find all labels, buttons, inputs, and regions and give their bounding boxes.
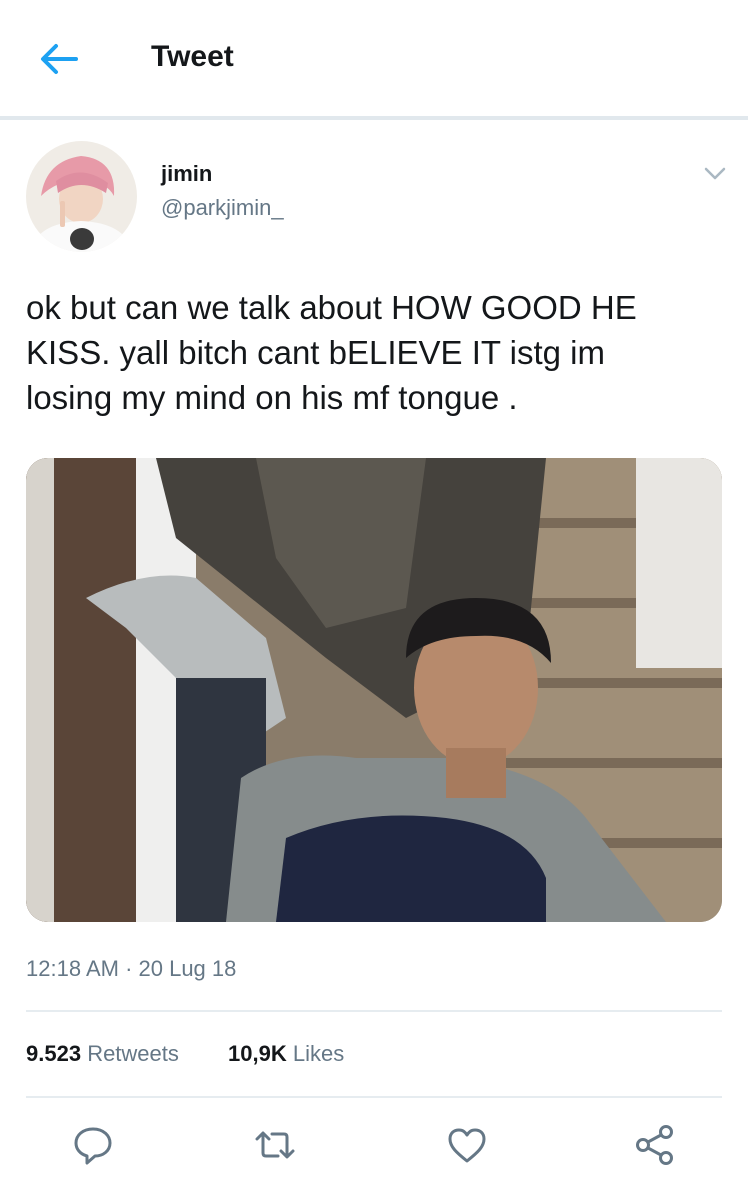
header-divider xyxy=(0,116,748,120)
likes-label: Likes xyxy=(292,1041,345,1066)
page-title: Tweet xyxy=(151,40,234,73)
tweet-timestamp[interactable]: 12:18 AM · 20 Lug 18 xyxy=(26,956,236,982)
reply-button[interactable] xyxy=(70,1122,116,1168)
avatar[interactable] xyxy=(26,141,137,252)
retweets-stat[interactable]: 9.523 Retweets xyxy=(26,1041,179,1067)
divider xyxy=(26,1010,722,1012)
tweet-text-line: KISS. yall bitch cant bELIEVE IT istg im xyxy=(26,334,605,371)
back-button[interactable] xyxy=(36,38,84,82)
tweet-text-line: ok but can we talk about HOW GOOD HE xyxy=(26,289,637,326)
share-button[interactable] xyxy=(632,1122,678,1168)
back-arrow-icon xyxy=(41,44,78,74)
tweet-text: ok but can we talk about HOW GOOD HE KIS… xyxy=(26,285,716,420)
reply-icon xyxy=(74,1127,112,1165)
tweet-media-image[interactable] xyxy=(26,458,722,922)
retweets-label: Retweets xyxy=(87,1041,179,1066)
like-button[interactable] xyxy=(444,1122,490,1168)
retweets-count: 9.523 xyxy=(26,1041,82,1066)
likes-stat[interactable]: 10,9K Likes xyxy=(228,1041,344,1067)
chevron-down-icon xyxy=(704,167,726,180)
share-icon xyxy=(636,1125,673,1165)
tweet-text-line: losing my mind on his mf tongue . xyxy=(26,379,518,416)
likes-count: 10,9K xyxy=(228,1041,287,1066)
user-handle[interactable]: @parkjimin_ xyxy=(161,195,284,221)
top-bar: Tweet xyxy=(0,0,748,116)
retweet-icon xyxy=(255,1131,295,1159)
retweet-button[interactable] xyxy=(252,1122,298,1168)
user-display-name[interactable]: jimin xyxy=(161,161,212,187)
tweet-options-button[interactable] xyxy=(700,160,730,186)
divider xyxy=(26,1096,722,1098)
like-icon xyxy=(448,1128,486,1163)
